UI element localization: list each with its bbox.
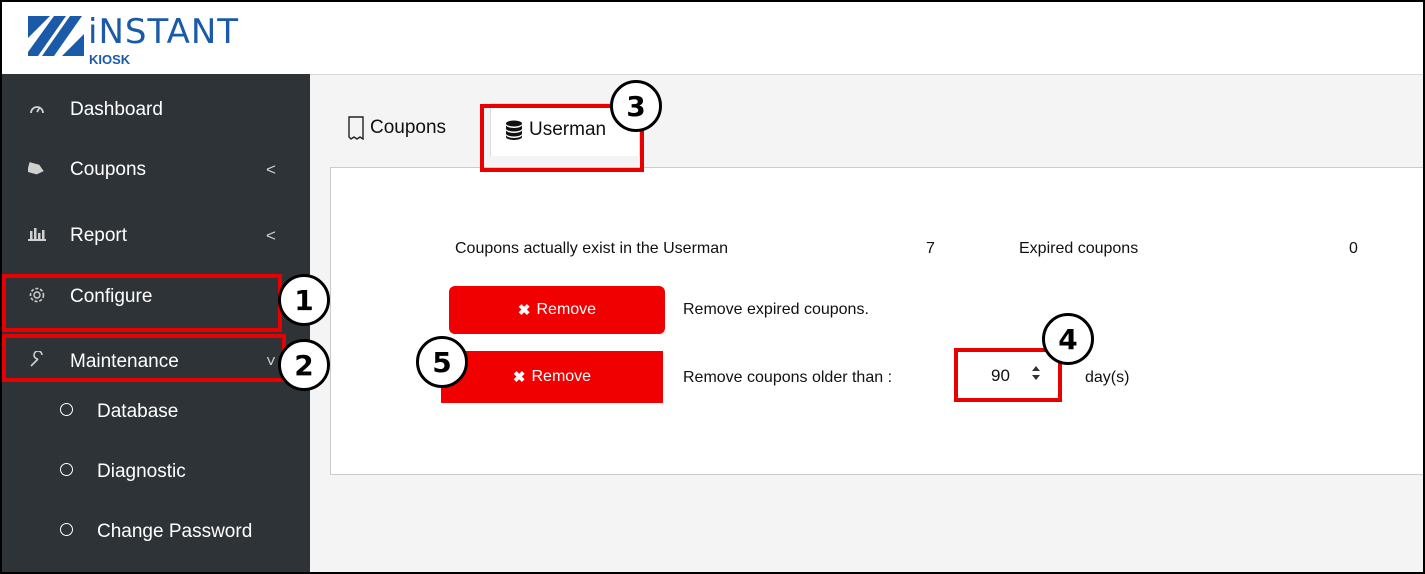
sidebar-item-label: Coupons [70, 159, 147, 180]
sidebar-subitem-label: Change Password [97, 521, 253, 542]
top-header: iNSTANT KIOSK [2, 2, 1423, 75]
coupon-icon [348, 116, 364, 140]
annotation-badge-3: 3 [610, 80, 662, 132]
sidebar-subitem-change-password[interactable]: Change Password [2, 512, 310, 552]
chevron-left-icon: < [266, 226, 276, 245]
annotation-badge-2: 2 [278, 339, 330, 391]
days-unit: day(s) [1085, 369, 1130, 386]
sidebar-item-dashboard[interactable]: Dashboard [2, 90, 310, 130]
exist-count: 7 [926, 240, 935, 257]
sidebar-subitem-diagnostic[interactable]: Diagnostic [2, 452, 310, 492]
button-label: Remove [536, 301, 597, 318]
tab-coupons[interactable]: Coupons [348, 103, 484, 153]
annotation-badge-1: 1 [278, 274, 330, 326]
remove-older-button[interactable]: ✖ Remove [441, 351, 663, 403]
logo-mark-icon [28, 16, 84, 56]
brand-name: iNSTANT [88, 12, 240, 52]
close-icon: ✖ [517, 302, 531, 319]
sidebar-subitem-label: Database [97, 401, 179, 422]
expired-count: 0 [1349, 240, 1358, 257]
sidebar-item-label: Report [70, 225, 128, 246]
remove-expired-text: Remove expired coupons. [683, 301, 869, 318]
userman-panel: Coupons actually exist in the Userman 7 … [330, 167, 1423, 475]
close-icon: ✖ [512, 369, 526, 386]
main-content: Coupons Userman Coupons actually exist i… [310, 75, 1423, 572]
sidebar-item-report[interactable]: Report < [2, 216, 310, 256]
expired-label: Expired coupons [1019, 240, 1139, 257]
gauge-icon [26, 101, 48, 119]
tag-icon [26, 161, 48, 179]
remove-older-text: Remove coupons older than : [683, 369, 893, 386]
highlight-configure [2, 274, 282, 332]
exist-label: Coupons actually exist in the Userman [455, 240, 729, 257]
sidebar-subitem-label: Diagnostic [97, 461, 186, 482]
circle-bullet-icon [60, 523, 73, 536]
brand-subtitle: KIOSK [89, 52, 131, 67]
circle-bullet-icon [60, 403, 73, 416]
logo[interactable]: iNSTANT KIOSK [2, 2, 310, 74]
sidebar-item-label: Dashboard [70, 99, 163, 120]
sidebar-subitem-database[interactable]: Database [2, 392, 310, 432]
button-label: Remove [531, 368, 592, 385]
chevron-left-icon: < [266, 160, 276, 179]
sidebar-item-coupons[interactable]: Coupons < [2, 150, 310, 190]
highlight-maintenance [2, 334, 286, 382]
bar-chart-icon [26, 227, 48, 245]
circle-bullet-icon [60, 463, 73, 476]
tab-label: Coupons [370, 117, 447, 138]
annotation-badge-4: 4 [1042, 313, 1094, 365]
app-window: iNSTANT KIOSK Dashboard Coupons < Report… [0, 0, 1425, 574]
highlight-days-input [954, 348, 1062, 402]
remove-expired-button[interactable]: ✖ Remove [449, 286, 665, 334]
annotation-badge-5: 5 [416, 336, 468, 388]
